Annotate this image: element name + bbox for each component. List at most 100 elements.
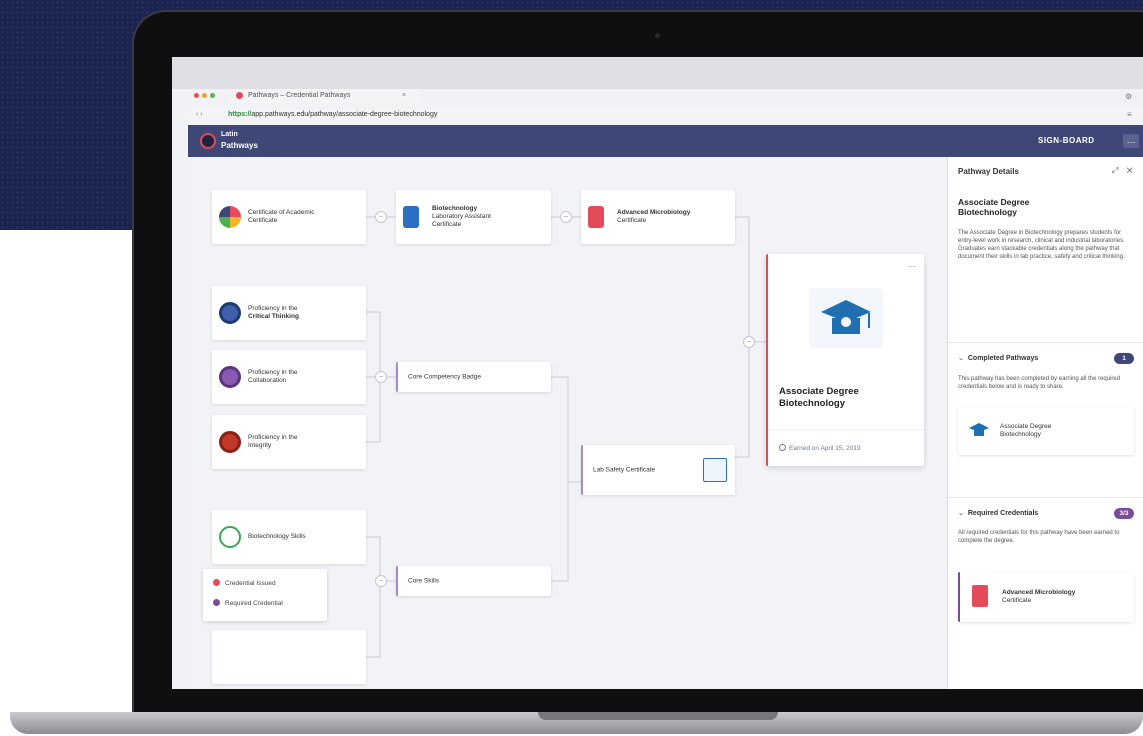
degree-card[interactable]: ··· Associate Degree Biotechnology Earne… — [766, 254, 924, 466]
maximize-dot[interactable] — [210, 93, 215, 98]
required-description: All required credentials for this pathwa… — [958, 530, 1120, 544]
brand-line-1: Latin — [221, 131, 238, 138]
expand-button[interactable]: − — [743, 336, 755, 348]
node-line: Certificate — [432, 221, 462, 228]
card-line: Biotechnology — [1000, 431, 1041, 438]
legend-dot-required — [213, 599, 220, 606]
flask-badge-icon — [972, 585, 988, 607]
required-count-badge: 3/3 — [1114, 508, 1134, 519]
panel-title-line: Associate Degree — [958, 197, 1030, 207]
chevron-down-icon: ⌄ — [958, 510, 964, 517]
card-line: Certificate — [1002, 597, 1032, 604]
node-line: Certificate — [248, 217, 278, 224]
graduation-cap-icon — [809, 288, 883, 348]
clock-icon — [779, 444, 786, 451]
browser-tab[interactable]: Pathways – Credential Pathways — [230, 89, 420, 103]
node-line: Certificate of Academic — [248, 209, 315, 216]
browser-settings-icon[interactable]: ⚙ — [1125, 92, 1132, 101]
app-header: Latin Pathways SIGN-BOARD … — [188, 125, 1143, 157]
lab-safety-badge-icon — [703, 458, 727, 482]
credential-node-collaboration[interactable]: Proficiency in the Collaboration — [212, 350, 366, 404]
logo-icon[interactable] — [200, 133, 216, 149]
collaboration-badge-icon — [219, 366, 241, 388]
node-line: Critical Thinking — [248, 313, 299, 320]
expand-button[interactable]: − — [375, 575, 387, 587]
expand-button[interactable]: − — [560, 211, 572, 223]
more-options-icon[interactable]: ··· — [908, 262, 916, 271]
credential-node-critical-thinking[interactable]: Proficiency in the Critical Thinking — [212, 286, 366, 340]
integrity-badge-icon — [219, 431, 241, 453]
url-path: app.pathways.edu/pathway/associate-degre… — [251, 111, 438, 118]
academic-badge-icon — [219, 206, 241, 228]
node-line: Integrity — [248, 442, 272, 449]
degree-title: Associate Degree Biotechnology — [779, 386, 916, 410]
credential-node-core-skills[interactable]: Core Skills — [396, 566, 551, 596]
laptop-hinge-notch — [538, 712, 778, 720]
divider — [948, 497, 1143, 498]
gear-badge-icon — [219, 302, 241, 324]
microscope-badge-icon — [403, 206, 419, 228]
credential-node-academic[interactable]: Certificate of Academic Certificate — [212, 190, 366, 244]
flask-badge-icon — [588, 206, 604, 228]
panel-description: The Associate Degree in Biotechnology pr… — [958, 230, 1125, 260]
back-forward-icon[interactable]: ‹ › — [196, 111, 203, 118]
card-line: Associate Degree — [1000, 423, 1052, 430]
credential-node-bottom[interactable] — [212, 630, 366, 684]
minimize-dot[interactable] — [202, 93, 207, 98]
node-line: Proficiency in the — [248, 369, 298, 376]
legend-dot-issued — [213, 579, 220, 586]
browser-menu-icon[interactable]: ≡ — [1127, 110, 1132, 119]
node-line: Proficiency in the — [248, 434, 298, 441]
green-badge-icon — [219, 526, 241, 548]
user-menu[interactable]: SIGN-BOARD — [1038, 136, 1095, 145]
credential-node-integrity[interactable]: Proficiency in the Integrity — [212, 415, 366, 469]
node-line: Core Competency Badge — [408, 373, 481, 381]
legend-item: Required Credential — [213, 599, 283, 607]
credential-node-lab-assistant[interactable]: Biotechnology Laboratory Assistant Certi… — [396, 190, 551, 244]
completed-pathways-toggle[interactable]: ⌄ Completed Pathways — [958, 354, 1038, 362]
chevron-down-icon: ⌄ — [958, 355, 964, 362]
degree-title-line: Biotechnology — [779, 398, 845, 409]
degree-title-line: Associate Degree — [779, 386, 859, 397]
expand-button[interactable]: − — [375, 371, 387, 383]
credential-node-microbiology[interactable]: Advanced Microbiology Certificate — [581, 190, 735, 244]
tab-favicon-icon — [236, 92, 243, 99]
url-text[interactable]: https://app.pathways.edu/pathway/associa… — [228, 111, 437, 118]
panel-controls-icon[interactable]: ⤢ ✕ — [1112, 166, 1136, 176]
section-label: Completed Pathways — [967, 355, 1039, 362]
tab-title: Pathways – Credential Pathways — [248, 92, 351, 99]
credential-node-lab-safety[interactable]: Lab Safety Certificate — [581, 445, 735, 495]
card-line: Advanced Microbiology — [1002, 589, 1076, 596]
credential-node-core-competency[interactable]: Core Competency Badge — [396, 362, 551, 392]
more-menu-icon[interactable]: … — [1123, 134, 1139, 148]
node-line: Core Skills — [408, 577, 440, 585]
legend-label: Required Credential — [225, 600, 283, 607]
node-line: Collaboration — [248, 377, 287, 384]
divider — [768, 429, 924, 430]
expand-button[interactable]: − — [375, 211, 387, 223]
laptop-screen: Pathways – Credential Pathways × ⚙ ‹ › h… — [172, 57, 1143, 689]
divider — [948, 342, 1143, 343]
pathway-details-panel: Pathway Details ⤢ ✕ Associate Degree Bio… — [947, 157, 1143, 689]
legend-label: Credential Issued — [225, 580, 276, 587]
section-label: Required Credentials — [967, 510, 1039, 517]
credential-node-skills[interactable]: Biotechnology Skills — [212, 510, 366, 564]
backdrop-dark-left — [0, 0, 140, 230]
legend-item: Credential Issued — [213, 579, 276, 587]
close-dot[interactable] — [194, 93, 199, 98]
panel-title: Associate Degree Biotechnology — [958, 197, 1131, 217]
brand-line-2: Pathways — [221, 141, 258, 150]
node-line: Biotechnology — [432, 205, 478, 212]
completed-pathway-card[interactable]: Associate Degree Biotechnology — [958, 407, 1134, 455]
completed-description: This pathway has been completed by earni… — [958, 376, 1121, 390]
tab-close-icon[interactable]: × — [402, 92, 406, 99]
panel-header: Pathway Details — [958, 167, 1019, 176]
legend: Credential Issued Required Credential — [203, 569, 327, 621]
earned-date-text: Earned on April 15, 2019 — [789, 445, 861, 452]
required-credentials-toggle[interactable]: ⌄ Required Credentials — [958, 509, 1038, 517]
required-card-text: Advanced Microbiology Certificate — [1002, 589, 1075, 605]
required-credential-card[interactable]: Advanced Microbiology Certificate — [958, 572, 1134, 622]
graduation-cap-icon — [968, 421, 990, 439]
node-line: Laboratory Assistant — [432, 213, 491, 220]
completed-count-badge: 1 — [1114, 353, 1134, 364]
